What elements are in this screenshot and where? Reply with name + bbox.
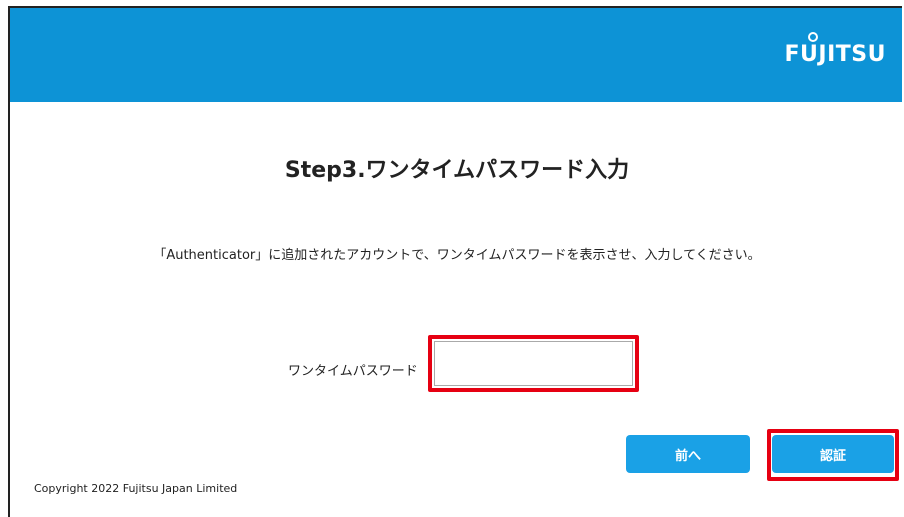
instruction-text: 「Authenticator」に追加されたアカウントで、ワンタイムパスワードを表… [153,248,761,263]
otp-input[interactable] [434,341,633,386]
logo-text: FUJITSU [784,42,886,67]
copyright-text: Copyright 2022 Fujitsu Japan Limited [34,482,238,495]
fujitsu-logo: FUJITSU [784,32,886,67]
back-button[interactable]: 前へ [626,435,750,473]
authenticate-button[interactable]: 認証 [772,435,894,473]
header-bar: FUJITSU [10,8,902,102]
page-frame: FUJITSU Step3.ワンタイムパスワード入力 「Authenticato… [8,6,902,517]
otp-label: ワンタイムパスワード [288,364,418,379]
logo-infinity-icon [807,32,818,42]
page-title: Step3.ワンタイムパスワード入力 [284,158,630,183]
